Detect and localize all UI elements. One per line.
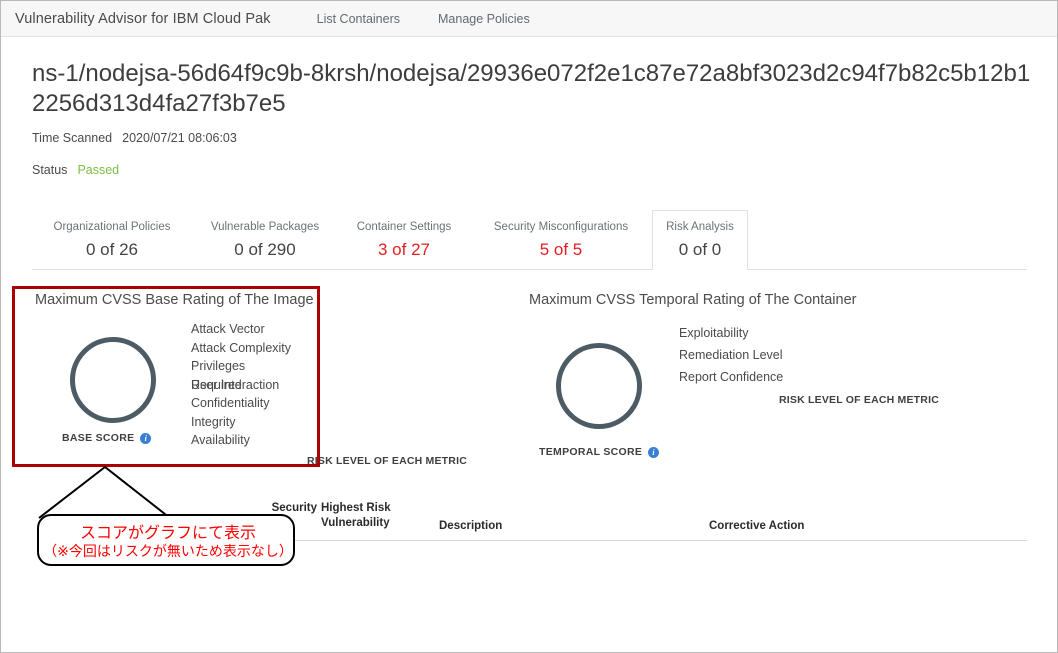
cvss-temporal-rating-panel: Maximum CVSS Temporal Rating of The Cont… (506, 287, 976, 467)
annotation-callout: スコアがグラフにて表示 （※今回はリスクが無いため表示なし） (37, 514, 295, 566)
status-badge: Passed (77, 163, 120, 177)
vulnerability-advisor-page: Vulnerability Advisor for IBM Cloud Pak … (0, 0, 1058, 653)
annotation-line-1: スコアがグラフにて表示 (79, 523, 256, 542)
time-scanned-row: Time Scanned 2020/07/21 08:06:03 (32, 131, 237, 145)
temporal-score-gauge (556, 343, 642, 429)
metric-label: Confidentiality (191, 396, 270, 410)
column-header-highest-risk-vulnerability: Highest Risk Vulnerability (321, 501, 441, 531)
tab-label: Organizational Policies (53, 221, 171, 233)
page-title: ns-1/nodejsa-56d64f9c9b-8krsh/nodejsa/29… (32, 60, 1031, 117)
summary-tabs: Organizational Policies 0 of 26 Vulnerab… (32, 210, 1027, 270)
nav-link-manage-policies[interactable]: Manage Policies (438, 12, 530, 26)
base-panel-title: Maximum CVSS Base Rating of The Image (35, 292, 314, 308)
tab-label: Container Settings (356, 221, 452, 233)
tab-count: 0 of 0 (678, 240, 722, 259)
metric-label: Attack Vector (191, 322, 265, 336)
tab-count: 0 of 26 (86, 240, 138, 259)
base-score-caption-text: BASE SCORE (62, 432, 135, 444)
temporal-metric-list: Exploitability Remediation Level Report … (679, 322, 859, 388)
tab-count: 3 of 27 (378, 240, 430, 259)
tab-label: Vulnerable Packages (210, 221, 320, 233)
status-label: Status (32, 163, 68, 177)
annotation-line-2: （※今回はリスクが無いため表示なし） (43, 544, 293, 560)
tab-count: 0 of 290 (234, 240, 296, 259)
base-metric-list: Attack Vector Attack Complexity Privileg… (191, 320, 321, 450)
tab-vulnerable-packages[interactable]: Vulnerable Packages 0 of 290 (192, 210, 338, 269)
app-brand-title: Vulnerability Advisor for IBM Cloud Pak (15, 10, 271, 27)
annotation-pointer (38, 465, 171, 519)
nav-link-list-containers[interactable]: List Containers (317, 12, 400, 26)
info-icon[interactable]: i (140, 432, 152, 444)
column-header-line1: Highest Risk (321, 502, 391, 514)
tab-container-settings[interactable]: Container Settings 3 of 27 (338, 210, 470, 269)
metric-label: Availability (191, 433, 250, 447)
base-score-caption: BASE SCORE i (62, 432, 152, 444)
temporal-score-caption-text: TEMPORAL SCORE (539, 446, 643, 458)
status-row: Status Passed (32, 163, 119, 177)
temporal-panel-title: Maximum CVSS Temporal Rating of The Cont… (529, 292, 857, 308)
tab-count: 5 of 5 (539, 240, 583, 259)
metric-label: Integrity (191, 414, 236, 429)
column-header-line2: Vulnerability (321, 517, 390, 529)
tab-label: Security Misconfigurations (493, 221, 629, 233)
metric-label: Privileges (191, 359, 246, 373)
cvss-base-rating-panel: Maximum CVSS Base Rating of The Image BA… (13, 287, 319, 467)
base-risk-legend: RISK LEVEL OF EACH METRIC (307, 455, 467, 467)
metric-label: Report Confidence (679, 370, 784, 384)
temporal-score-caption: TEMPORAL SCORE i (539, 446, 660, 458)
tab-organizational-policies[interactable]: Organizational Policies 0 of 26 (32, 210, 192, 269)
tab-security-misconfigurations[interactable]: Security Misconfigurations 5 of 5 (470, 210, 652, 269)
column-header-description: Description (439, 520, 503, 532)
metric-label: Attack Complexity (191, 340, 292, 355)
metric-label: User Interaction (191, 377, 280, 392)
metric-label: Exploitability (679, 326, 749, 340)
info-icon[interactable]: i (648, 446, 660, 458)
tab-label: Risk Analysis (666, 221, 734, 233)
temporal-risk-legend: RISK LEVEL OF EACH METRIC (779, 394, 939, 406)
metric-label: Remediation Level (679, 348, 783, 362)
base-score-gauge (70, 337, 156, 423)
tab-risk-analysis[interactable]: Risk Analysis 0 of 0 (652, 210, 748, 270)
risk-results-table-header: Security Highest Risk Vulnerability Desc… (237, 499, 1027, 541)
time-scanned-value: 2020/07/21 08:06:03 (122, 131, 237, 145)
top-navigation-bar: Vulnerability Advisor for IBM Cloud Pak … (1, 1, 1057, 37)
metric-label-overlap-group: Required User Interaction (191, 376, 321, 395)
column-header-corrective-action: Corrective Action (709, 520, 805, 532)
time-scanned-label: Time Scanned (32, 131, 113, 145)
